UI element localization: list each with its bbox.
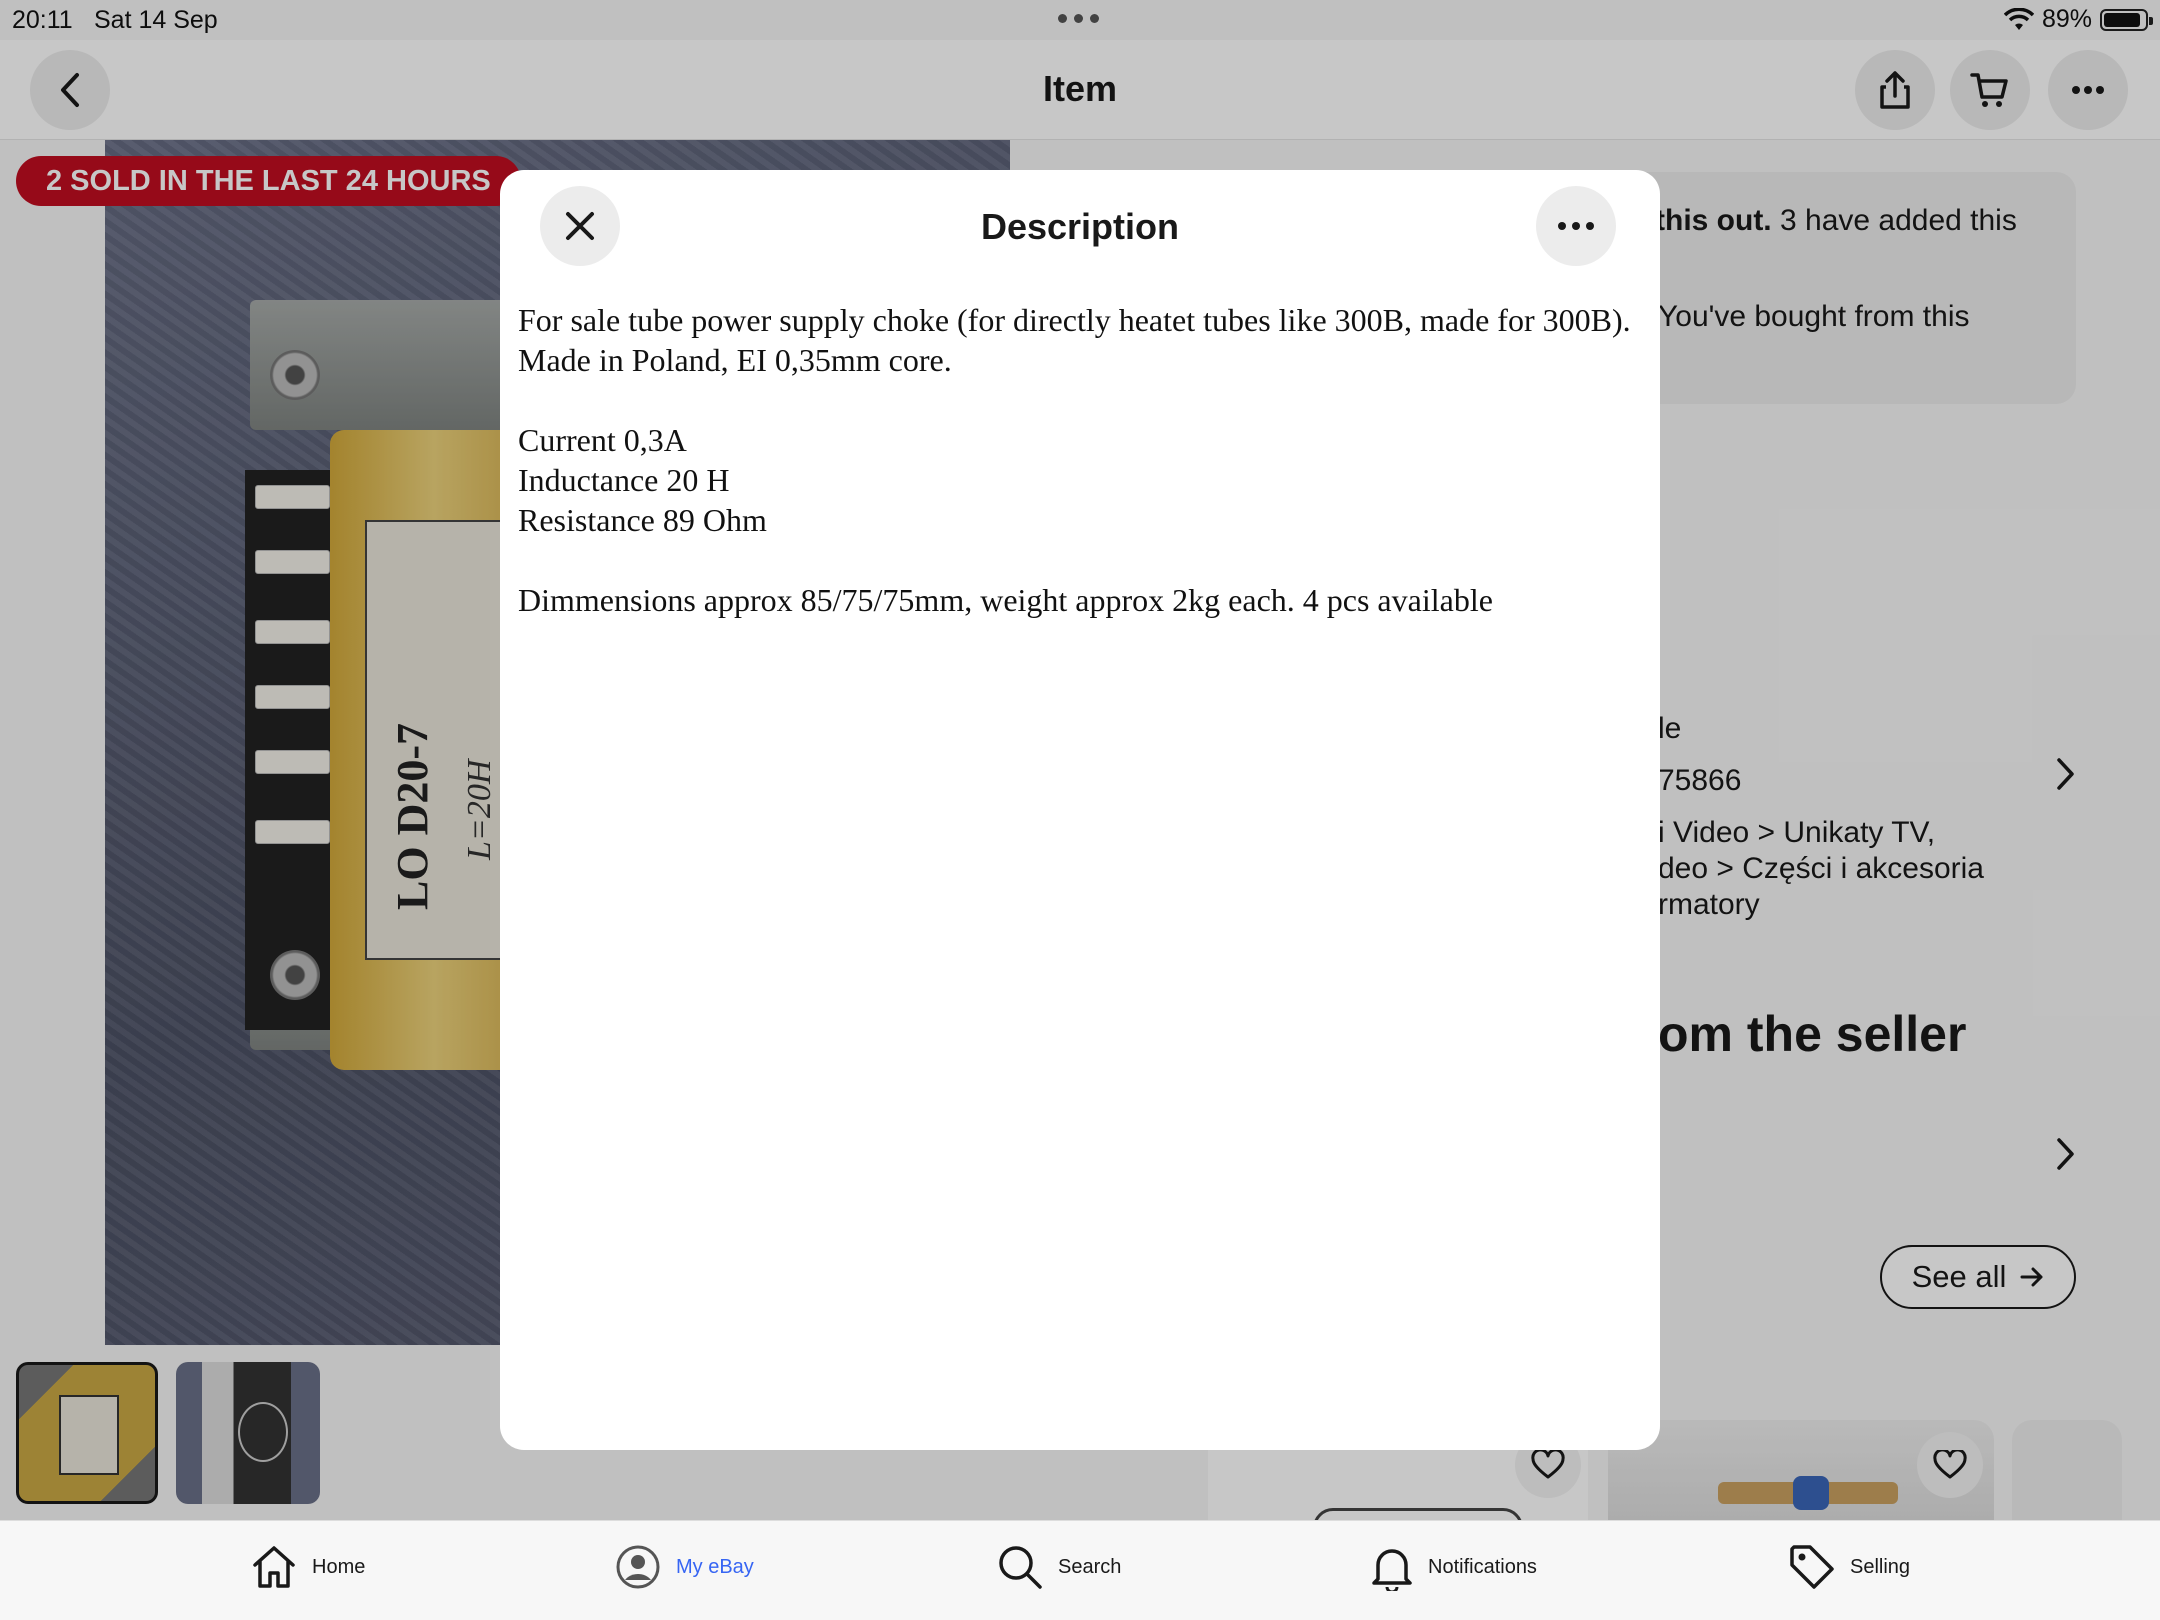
tab-selling[interactable]: Selling bbox=[1788, 1543, 1910, 1591]
profile-icon bbox=[616, 1545, 660, 1589]
modal-title: Description bbox=[980, 206, 1180, 247]
description-dimensions: Dimmensions approx 85/75/75mm, weight ap… bbox=[518, 582, 1493, 618]
tab-home[interactable]: Home bbox=[250, 1543, 365, 1591]
home-icon bbox=[253, 1546, 295, 1588]
more-icon bbox=[1558, 222, 1566, 230]
tag-icon bbox=[1790, 1545, 1834, 1589]
spec-current: Current 0,3A bbox=[518, 422, 687, 458]
tab-bar: Home My eBay Search Notifications Sellin… bbox=[0, 1520, 2160, 1620]
description-paragraph: For sale tube power supply choke (for di… bbox=[518, 302, 1631, 378]
tab-search[interactable]: Search bbox=[996, 1543, 1121, 1591]
description-modal: Description For sale tube power supply c… bbox=[500, 170, 1660, 1450]
spec-resistance: Resistance 89 Ohm bbox=[518, 502, 767, 538]
search-icon bbox=[999, 1546, 1042, 1589]
spec-inductance: Inductance 20 H bbox=[518, 462, 730, 498]
tab-notifications[interactable]: Notifications bbox=[1370, 1543, 1537, 1591]
description-text: For sale tube power supply choke (for di… bbox=[518, 300, 1648, 620]
bell-icon bbox=[1372, 1549, 1412, 1591]
tab-my-ebay[interactable]: My eBay bbox=[614, 1543, 754, 1591]
modal-more-button[interactable] bbox=[1536, 186, 1616, 266]
